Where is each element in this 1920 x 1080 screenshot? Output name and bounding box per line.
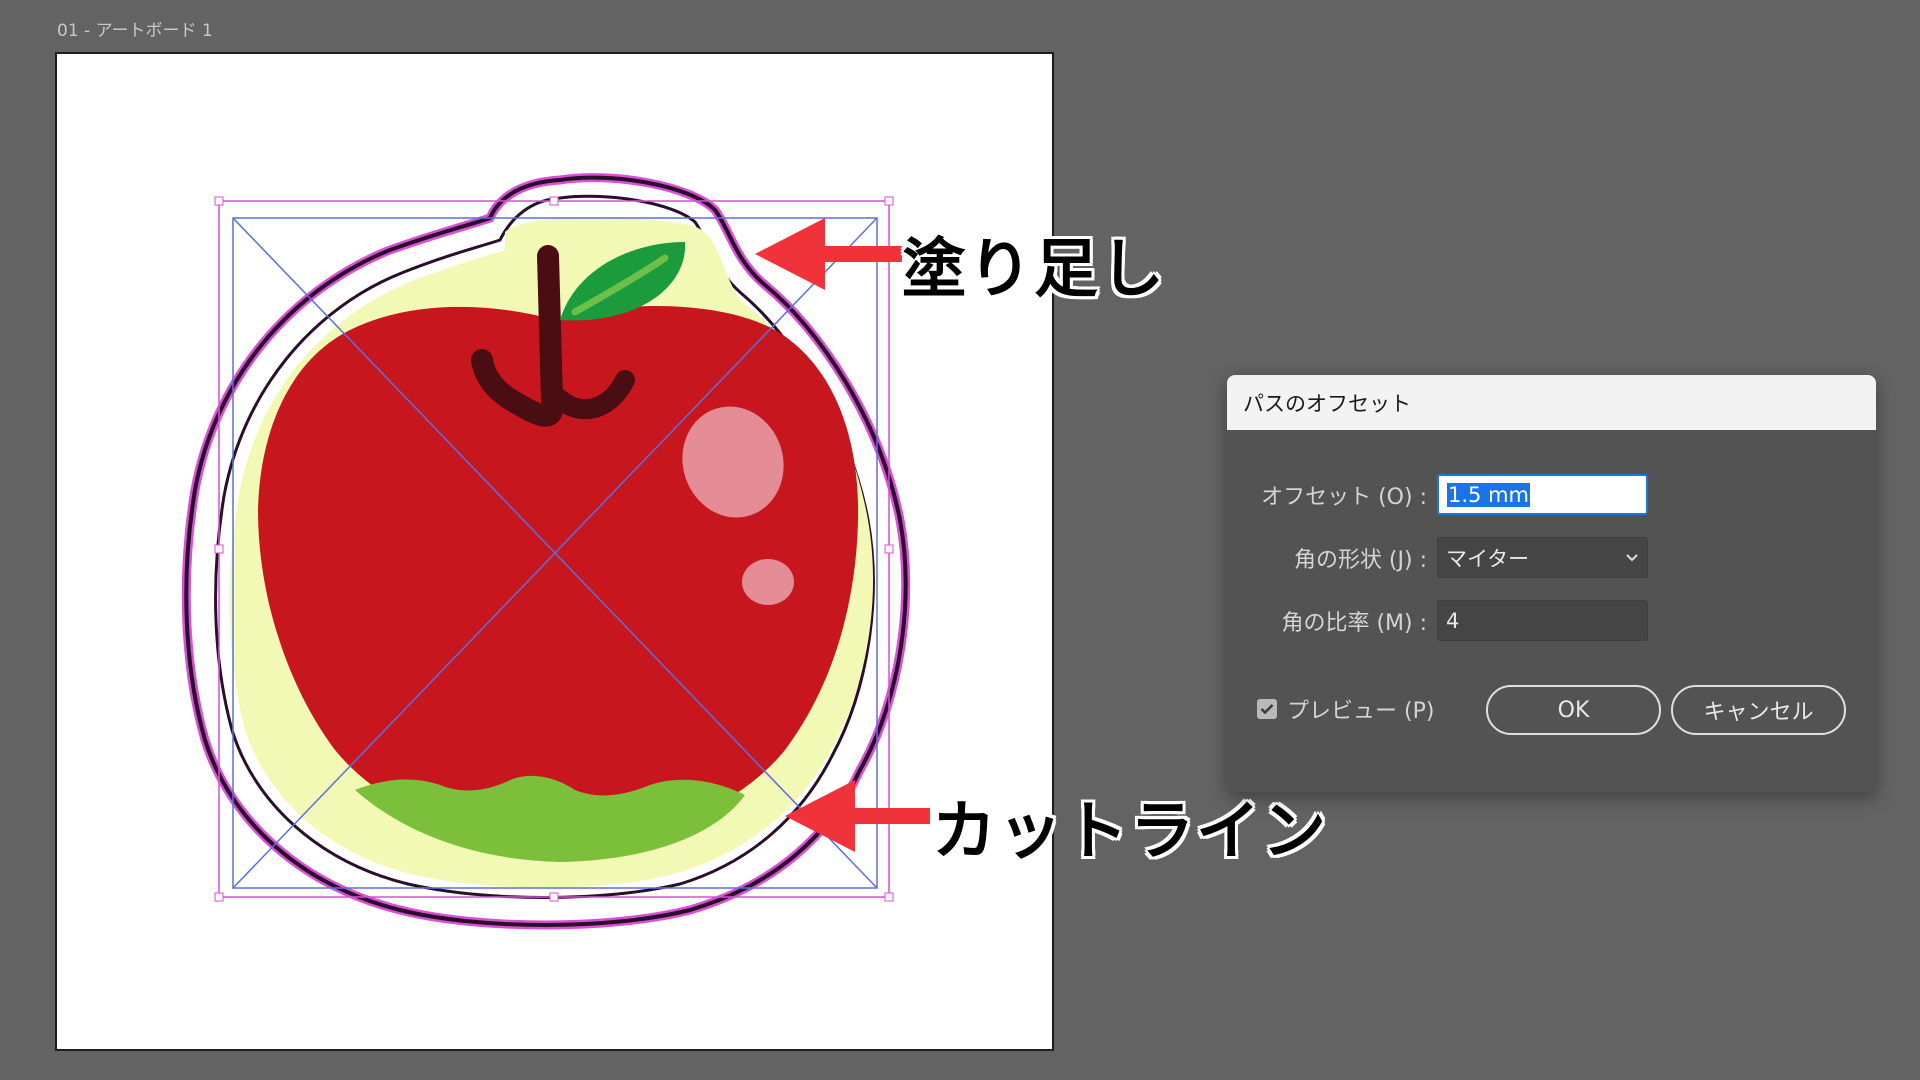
offset-label: オフセット (O) : [1261, 484, 1427, 510]
corner-label: 角の形状 (J) : [1293, 547, 1427, 573]
arrow-bleed-icon [755, 218, 902, 290]
corner-value: マイター [1446, 546, 1530, 571]
chevron-down-icon [1625, 553, 1639, 563]
highlight-small [742, 559, 794, 605]
dialog-titlebar[interactable]: パスのオフセット [1227, 375, 1876, 430]
offset-row: オフセット (O) : 1.5 mm [1227, 474, 1648, 515]
offset-input[interactable]: 1.5 mm [1437, 474, 1648, 515]
offset-value: 1.5 mm [1447, 482, 1530, 507]
ok-button[interactable]: OK [1486, 685, 1661, 735]
bleed-annotation: 塗り足し [902, 233, 1166, 307]
corner-select[interactable]: マイター [1437, 537, 1648, 578]
preview-checkbox[interactable]: プレビュー (P) [1257, 693, 1434, 725]
miter-row: 角の比率 (M) : 4 [1227, 600, 1648, 641]
corner-row: 角の形状 (J) : マイター [1227, 537, 1648, 578]
cutline-annotation: カットライン [932, 795, 1328, 869]
miter-value: 4 [1446, 608, 1460, 633]
miter-input[interactable]: 4 [1437, 600, 1648, 641]
offset-path-dialog: パスのオフセット オフセット (O) : 1.5 mm 角の形状 (J) : マ… [1227, 375, 1876, 792]
preview-label: プレビュー (P) [1287, 699, 1435, 724]
cancel-button[interactable]: キャンセル [1671, 685, 1846, 735]
checkmark-icon[interactable] [1257, 699, 1277, 719]
miter-label: 角の比率 (M) : [1281, 610, 1427, 636]
dialog-title: パスのオフセット [1243, 391, 1411, 416]
